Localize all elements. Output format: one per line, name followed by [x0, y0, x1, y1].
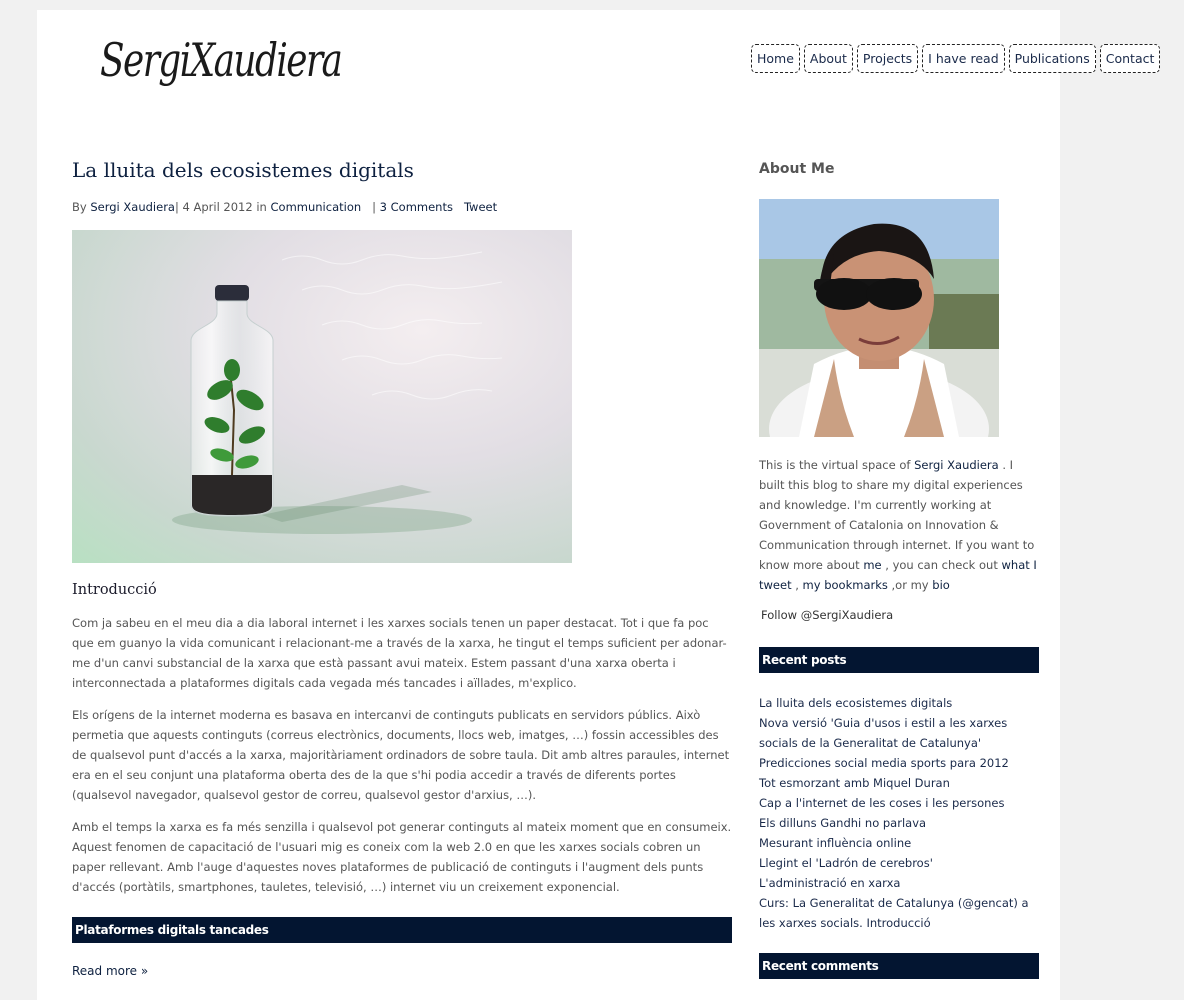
recent-post-link-4[interactable]: Tot esmorzant amb Miquel Duran	[759, 776, 950, 790]
bio-text-3: , you can check out	[881, 558, 1002, 572]
meta-comments-link[interactable]: 3 Comments	[380, 200, 453, 214]
main-nav: Home About Projects I have read Publicat…	[751, 44, 1161, 73]
bio-me-link[interactable]: me	[863, 558, 881, 572]
meta-author-link[interactable]: Sergi Xaudiera	[90, 200, 175, 214]
list-item: Predicciones social media sports para 20…	[759, 753, 1039, 773]
list-item: Mesurant influència online	[759, 833, 1039, 853]
nav-i-have-read[interactable]: I have read	[922, 44, 1005, 73]
meta-by: By	[72, 200, 87, 214]
list-item: Tot esmorzant amb Miquel Duran	[759, 773, 1039, 793]
recent-post-link-3[interactable]: Predicciones social media sports para 20…	[759, 756, 1009, 770]
nav-publications[interactable]: Publications	[1008, 44, 1096, 73]
intro-heading: Introducció	[72, 582, 157, 598]
about-bio: This is the virtual space of Sergi Xaudi…	[759, 455, 1041, 595]
list-item: La lluita dels ecosistemes digitals	[759, 693, 1039, 713]
list-item: Llegint el 'Ladrón de cerebros'	[759, 853, 1039, 873]
list-item: Nova versió 'Guia d'usos i estil a les x…	[759, 713, 1039, 753]
bio-bio-link[interactable]: bio	[932, 578, 950, 592]
recent-post-link-8[interactable]: Llegint el 'Ladrón de cerebros'	[759, 856, 933, 870]
bio-text-1: This is the virtual space of	[759, 458, 915, 472]
bottle-terrarium-illustration	[172, 251, 503, 534]
recent-post-link-7[interactable]: Mesurant influència online	[759, 836, 911, 850]
bio-author-link[interactable]: Sergi Xaudiera	[914, 458, 999, 472]
bio-text-4: ,	[791, 578, 803, 592]
nav-about[interactable]: About	[803, 44, 853, 73]
post-title[interactable]: La lluita dels ecosistemes digitals	[72, 158, 414, 182]
recent-post-link-2[interactable]: Nova versió 'Guia d'usos i estil a les x…	[759, 716, 1007, 750]
tweet-button[interactable]: Tweet	[464, 200, 497, 214]
subheading-band: Plataformes digitals tancades	[72, 917, 732, 943]
recent-post-link-9[interactable]: L'administració en xarxa	[759, 876, 900, 890]
bio-text-5: ,or my	[887, 578, 933, 592]
avatar	[759, 199, 999, 437]
meta-date: | 4 April 2012 in	[174, 200, 267, 214]
list-item: Cap a l'internet de les coses i les pers…	[759, 793, 1039, 813]
recent-post-link-5[interactable]: Cap a l'internet de les coses i les pers…	[759, 796, 1005, 810]
post-paragraph-3: Amb el temps la xarxa es fa més senzilla…	[72, 820, 732, 894]
post-meta: By Sergi Xaudiera| 4 April 2012 in Commu…	[72, 200, 497, 214]
recent-posts-list: La lluita dels ecosistemes digitals Nova…	[759, 693, 1039, 933]
meta-sep: |	[372, 200, 376, 214]
list-item: Curs: La Generalitat de Catalunya (@genc…	[759, 893, 1039, 933]
recent-comments-title: Recent comments	[759, 953, 1039, 979]
post-paragraph-2: Els orígens de la internet moderna es ba…	[72, 708, 730, 802]
bio-bookmarks-link[interactable]: my bookmarks	[803, 578, 888, 592]
meta-category-link[interactable]: Communication	[271, 200, 362, 214]
recent-post-link-10[interactable]: Curs: La Generalitat de Catalunya (@genc…	[759, 896, 1029, 930]
post-paragraph-1: Com ja sabeu en el meu dia a dia laboral…	[72, 616, 727, 690]
recent-post-link-1[interactable]: La lluita dels ecosistemes digitals	[759, 696, 952, 710]
list-item: L'administració en xarxa	[759, 873, 1039, 893]
follow-button[interactable]: Follow @SergiXaudiera	[761, 608, 893, 622]
recent-posts-title: Recent posts	[759, 647, 1039, 673]
profile-photo-illustration	[759, 199, 999, 437]
site-logo[interactable]: SergiXaudiera	[100, 10, 343, 110]
nav-contact[interactable]: Contact	[1099, 44, 1161, 73]
post-hero-image	[72, 230, 572, 563]
about-me-title: About Me	[759, 161, 835, 177]
nav-projects[interactable]: Projects	[856, 44, 919, 73]
read-more-link[interactable]: Read more »	[72, 964, 148, 978]
recent-post-link-6[interactable]: Els dilluns Gandhi no parlava	[759, 816, 926, 830]
list-item: Els dilluns Gandhi no parlava	[759, 813, 1039, 833]
nav-home[interactable]: Home	[751, 44, 800, 73]
bio-text-2: . I built this blog to share my digital …	[759, 458, 1035, 572]
